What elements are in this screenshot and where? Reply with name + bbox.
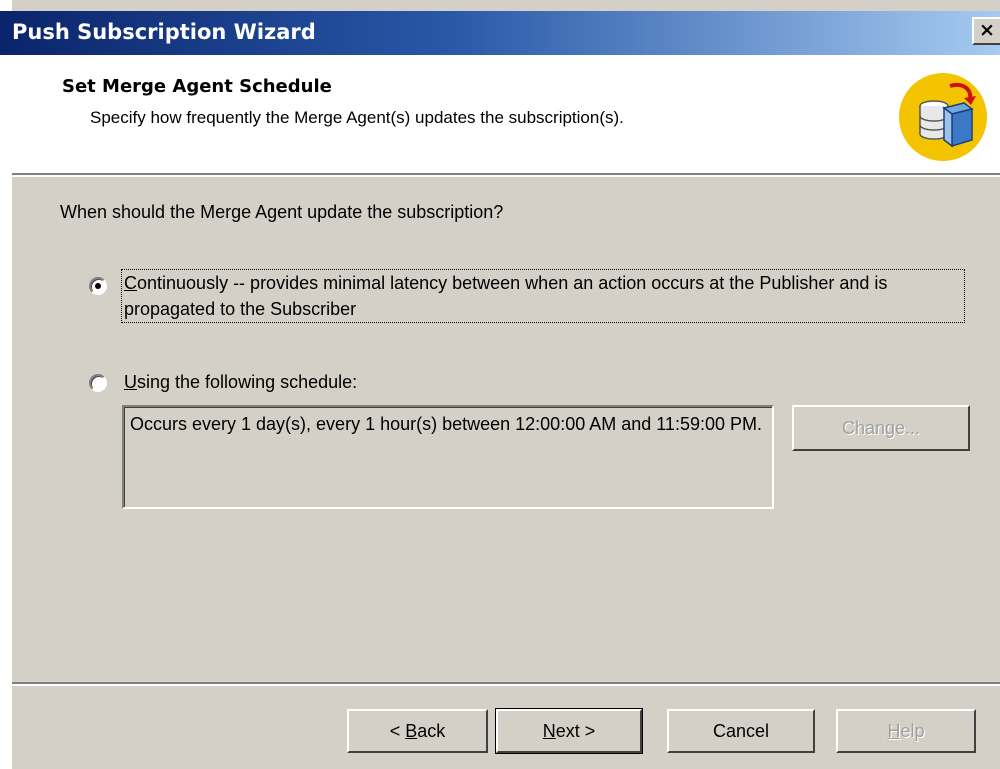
back-prefix: < xyxy=(389,721,406,741)
help-mnemonic: H xyxy=(887,721,901,741)
change-schedule-button[interactable]: Change... xyxy=(792,405,970,451)
next-button[interactable]: Next > xyxy=(495,708,643,754)
continuously-radio[interactable] xyxy=(89,277,107,295)
help-button[interactable]: Help xyxy=(836,709,976,753)
database-sync-icon xyxy=(899,73,987,161)
mnemonic-c: C xyxy=(124,273,137,293)
footer-divider-highlight xyxy=(12,684,1000,686)
next-suffix: ext > xyxy=(555,721,596,741)
page-title: Set Merge Agent Schedule xyxy=(62,76,332,97)
cancel-button[interactable]: Cancel xyxy=(667,709,815,753)
schedule-radio[interactable] xyxy=(89,374,107,392)
header-divider-highlight xyxy=(12,175,1000,177)
radio-selected-dot xyxy=(95,283,101,289)
continuously-option-label[interactable]: Continuously -- provides minimal latency… xyxy=(121,269,965,323)
continuously-text: ontinuously -- provides minimal latency … xyxy=(124,273,888,319)
schedule-question: When should the Merge Agent update the s… xyxy=(60,202,504,222)
window-title: Push Subscription Wizard xyxy=(12,20,316,44)
window-frame-left xyxy=(0,0,12,769)
back-suffix: ack xyxy=(417,721,446,741)
title-bar[interactable]: Push Subscription Wizard xyxy=(0,11,1000,55)
help-suffix: elp xyxy=(900,721,925,741)
schedule-option-label[interactable]: Using the following schedule: xyxy=(124,372,357,393)
close-button[interactable]: × xyxy=(972,17,1000,45)
schedule-description-box: Occurs every 1 day(s), every 1 hour(s) b… xyxy=(122,405,774,509)
back-mnemonic: B xyxy=(405,721,418,741)
wizard-window: Push Subscription Wizard × Set Merge Age… xyxy=(0,0,1000,769)
back-button[interactable]: < Back xyxy=(347,709,488,753)
page-subtitle: Specify how frequently the Merge Agent(s… xyxy=(90,108,624,127)
mnemonic-u: U xyxy=(124,372,137,392)
schedule-option-text: sing the following schedule: xyxy=(137,372,358,392)
next-mnemonic: N xyxy=(542,721,556,741)
